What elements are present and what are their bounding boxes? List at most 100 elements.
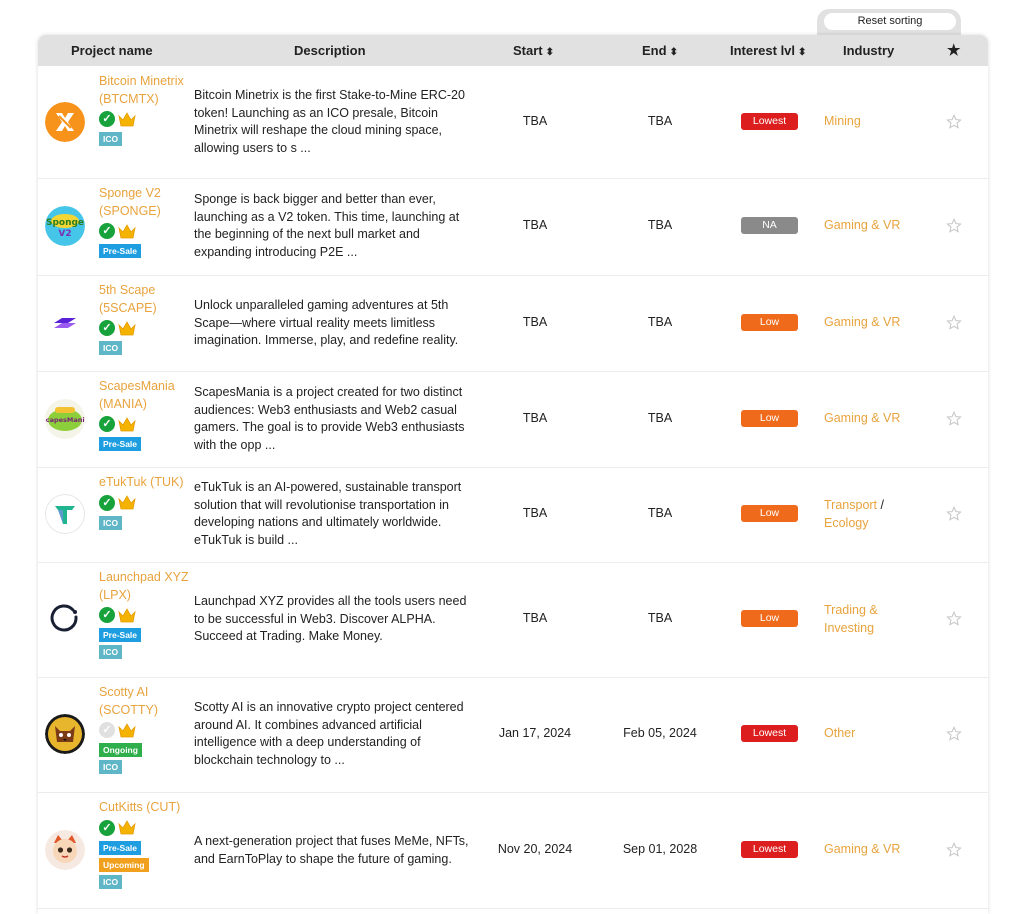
sort-icon: ⬍ bbox=[798, 47, 807, 58]
sponge-v2-logo-icon[interactable]: Sponge V2 bbox=[45, 206, 85, 246]
end-date: TBA bbox=[647, 506, 673, 520]
sort-icon: ⬍ bbox=[669, 47, 678, 58]
project-name-link[interactable]: CutKitts (CUT) bbox=[99, 799, 189, 817]
project-name-cell: Sponge V2 (SPONGE) ✓ Pre-Sale bbox=[99, 185, 189, 258]
svg-text:ScapesMania: ScapesMania bbox=[45, 416, 85, 424]
project-status-icons: ✓ bbox=[99, 493, 189, 513]
project-status-icons: ✓ bbox=[99, 109, 189, 129]
project-tags: ICO bbox=[99, 513, 189, 530]
project-description: Launchpad XYZ provides all the tools use… bbox=[194, 594, 467, 643]
industry-link[interactable]: Gaming & VR bbox=[824, 315, 900, 329]
table-header: Project name Description Start ⬍ End ⬍ Int… bbox=[38, 35, 988, 66]
industry-cell: Other bbox=[824, 725, 924, 743]
start-date: TBA bbox=[522, 218, 548, 232]
project-name-cell: ScapesMania (MANIA) ✓ Pre-Sale bbox=[99, 378, 189, 451]
pre-sale-tag: Pre-Sale bbox=[99, 628, 142, 642]
interest-level-badge: Lowest bbox=[741, 841, 798, 858]
pre-sale-tag: Pre-Sale bbox=[99, 840, 142, 855]
project-description: A next-generation project that fuses MeM… bbox=[194, 834, 469, 866]
header-industry: Industry bbox=[843, 43, 895, 58]
interest-level-badge: Lowest bbox=[741, 113, 798, 130]
project-status-icons: ✓ bbox=[99, 221, 189, 241]
project-name-link[interactable]: eTukTuk (TUK) bbox=[99, 474, 189, 492]
end-date: TBA bbox=[647, 611, 673, 625]
table-row: Launchpad XYZ (LPX) ✓ Pre-Sale ICO Launchpad… bbox=[38, 562, 988, 678]
pre-sale-tag: Pre-Sale bbox=[99, 244, 142, 258]
crown-icon bbox=[118, 320, 136, 335]
favorite-star-icon[interactable] bbox=[946, 217, 962, 234]
favorite-star-icon[interactable] bbox=[946, 113, 962, 130]
favorite-star-icon[interactable] bbox=[946, 410, 962, 427]
project-name-cell: eTukTuk (TUK) ✓ ICO bbox=[99, 474, 189, 530]
project-name-link[interactable]: Scotty AI (SCOTTY) bbox=[99, 684, 189, 719]
favorite-star-icon[interactable] bbox=[946, 610, 962, 627]
industry-link[interactable]: Gaming & VR bbox=[824, 842, 900, 856]
industry-link[interactable]: Mining bbox=[824, 114, 861, 128]
unverified-check-icon: ✓ bbox=[99, 722, 115, 738]
project-status-icons: ✓ bbox=[99, 605, 189, 625]
project-name-link[interactable]: ScapesMania (MANIA) bbox=[99, 378, 189, 413]
header-project-name: Project name bbox=[71, 43, 153, 58]
header-interest-level[interactable]: Interest lvl ⬍ bbox=[730, 35, 806, 66]
project-description: Scotty AI is an innovative crypto projec… bbox=[194, 700, 464, 767]
ico-tag: ICO bbox=[99, 645, 123, 659]
ico-tag: ICO bbox=[99, 760, 123, 774]
project-name-link[interactable]: Launchpad XYZ (LPX) bbox=[99, 569, 189, 604]
industry-cell: Transport / Ecology bbox=[824, 497, 924, 532]
ico-tag: ICO bbox=[99, 515, 123, 530]
project-status-icons: ✓ bbox=[99, 414, 189, 434]
end-date: TBA bbox=[647, 315, 673, 329]
project-tags: Pre-Sale bbox=[99, 434, 189, 451]
favorite-star-icon[interactable] bbox=[946, 841, 962, 858]
project-name-link[interactable]: Sponge V2 (SPONGE) bbox=[99, 185, 189, 220]
industry-link[interactable]: Gaming & VR bbox=[824, 411, 900, 425]
ico-tag: ICO bbox=[99, 132, 123, 146]
project-name-link[interactable]: Bitcoin Minetrix (BTCMTX) bbox=[99, 73, 189, 108]
industry-link[interactable]: Gaming & VR bbox=[824, 218, 900, 232]
end-date: Sep 01, 2028 bbox=[622, 842, 698, 856]
verified-check-icon: ✓ bbox=[99, 416, 115, 432]
5thscape-s-logo-icon[interactable] bbox=[45, 303, 85, 343]
interest-level-badge: Low bbox=[741, 505, 798, 522]
launchpad-ring-logo-icon[interactable] bbox=[45, 599, 85, 639]
scotty-dog-logo-icon[interactable] bbox=[45, 714, 85, 754]
btcmtx-x-logo-icon[interactable] bbox=[45, 102, 85, 142]
header-favorite-star-icon: ★ bbox=[947, 42, 961, 59]
table-row: Sponge V2 Sponge V2 (SPONGE) ✓ Pre-Sale Spong… bbox=[38, 178, 988, 276]
project-description: ScapesMania is a project created for two… bbox=[194, 385, 465, 452]
favorite-star-icon[interactable] bbox=[946, 725, 962, 742]
crown-icon bbox=[118, 416, 136, 431]
crown-icon bbox=[118, 607, 136, 622]
etuktuk-t-logo-icon[interactable] bbox=[45, 494, 85, 534]
interest-level-badge: Low bbox=[741, 610, 798, 627]
start-date: Nov 20, 2024 bbox=[497, 842, 573, 856]
reset-sorting-button[interactable]: Reset sorting bbox=[824, 13, 956, 30]
favorite-star-icon[interactable] bbox=[946, 314, 962, 331]
crown-icon bbox=[118, 495, 136, 510]
project-tags: Pre-Sale bbox=[99, 241, 189, 258]
table-row: Bitcoin Minetrix (BTCMTX) ✓ ICO Bitcoin Min… bbox=[38, 66, 988, 179]
project-status-icons: ✓ bbox=[99, 720, 189, 740]
industry-link[interactable]: Transport bbox=[824, 498, 877, 512]
project-tags: Pre-Sale ICO bbox=[99, 625, 189, 659]
favorite-star-icon[interactable] bbox=[946, 505, 962, 522]
industry-link[interactable]: Ecology bbox=[824, 516, 868, 530]
scapesmania-logo-icon[interactable]: ScapesMania bbox=[45, 399, 85, 439]
header-end[interactable]: End ⬍ bbox=[642, 35, 678, 66]
industry-link[interactable]: Trading & Investing bbox=[824, 603, 878, 635]
interest-level-badge: Lowest bbox=[741, 725, 798, 742]
start-date: TBA bbox=[522, 611, 548, 625]
project-status-icons: ✓ bbox=[99, 818, 189, 838]
cutkitts-cat-logo-icon[interactable] bbox=[45, 830, 85, 870]
start-date: TBA bbox=[522, 506, 548, 520]
project-name-link[interactable]: 5th Scape (5SCAPE) bbox=[99, 282, 189, 317]
header-start[interactable]: Start ⬍ bbox=[513, 35, 554, 66]
crown-icon bbox=[118, 722, 136, 737]
project-name-cell: Launchpad XYZ (LPX) ✓ Pre-Sale ICO bbox=[99, 569, 189, 659]
end-date: TBA bbox=[647, 218, 673, 232]
projects-table: Project name Description Start ⬍ End ⬍ Int… bbox=[38, 35, 988, 914]
interest-level-badge: NA bbox=[741, 217, 798, 234]
industry-link[interactable]: Other bbox=[824, 726, 855, 740]
project-name-cell: Scotty AI (SCOTTY) ✓ Ongoing ICO bbox=[99, 684, 189, 774]
ico-tag: ICO bbox=[99, 874, 123, 889]
